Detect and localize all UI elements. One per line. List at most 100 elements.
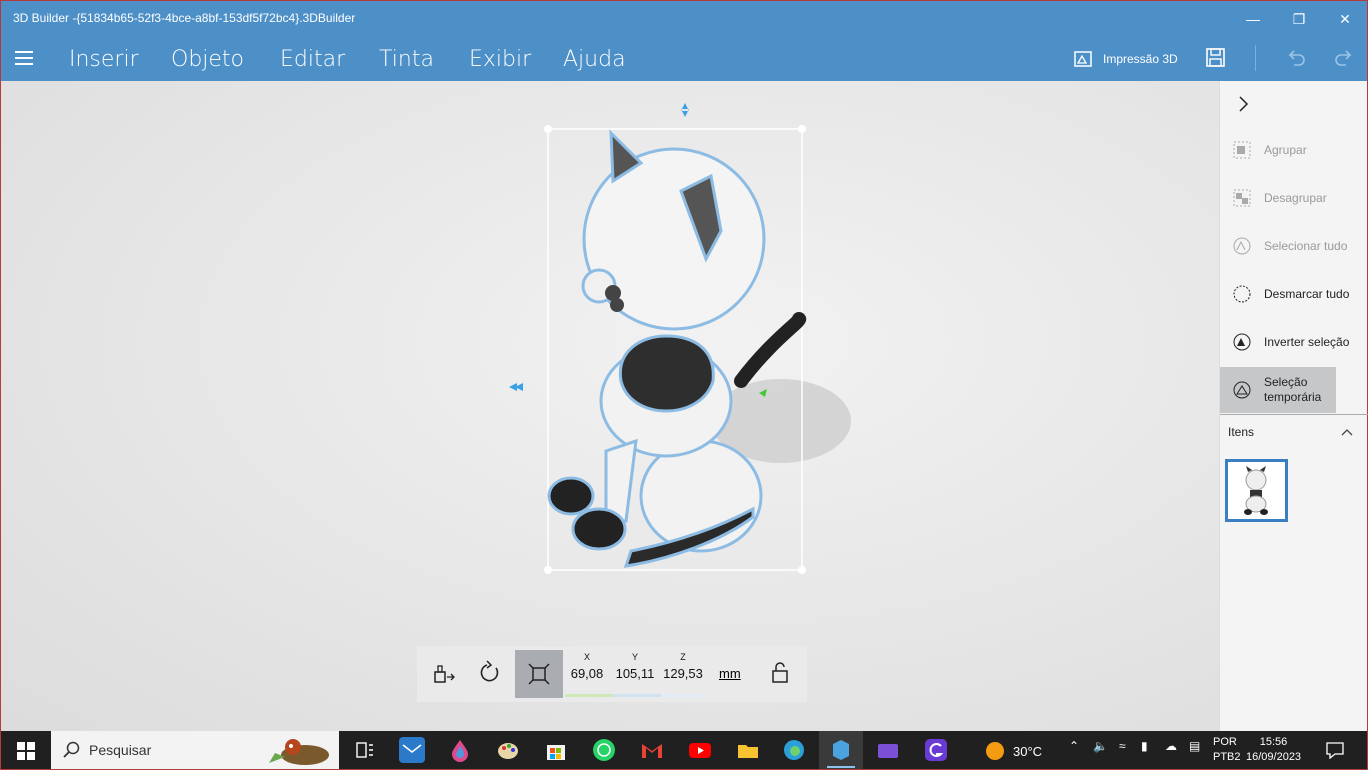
gmail-icon[interactable] (639, 737, 665, 763)
task-view-icon[interactable] (351, 737, 377, 763)
onedrive-cloud-icon[interactable]: ☁ (1165, 739, 1177, 753)
collapse-panel-chevron-icon[interactable] (1236, 95, 1250, 113)
red-panda-search-highlight-icon (269, 739, 329, 765)
title-bar: 3D Builder -{51834b65-52f3-4bce-a8bf-153… (1, 1, 1367, 37)
chevron-up-tray-icon[interactable]: ⌃ (1069, 739, 1079, 753)
print-3d-label: Impressão 3D (1103, 52, 1178, 66)
battery-icon[interactable]: ▮ (1141, 739, 1148, 753)
coord-z[interactable]: Z 129,53 (661, 652, 705, 681)
youtube-icon[interactable] (687, 737, 713, 763)
chevron-up-icon[interactable] (1340, 425, 1354, 439)
x-axis-bar (565, 694, 613, 697)
coord-x-label: X (583, 652, 590, 662)
handle-bl[interactable] (544, 566, 552, 574)
move-z-arrow-icon[interactable] (681, 103, 689, 117)
search-placeholder: Pesquisar (89, 742, 152, 758)
group-icon (1233, 141, 1251, 159)
scale-button[interactable] (515, 650, 563, 698)
clock-date: 16/09/2023 (1246, 751, 1302, 763)
windows-start-icon[interactable] (17, 742, 35, 760)
select-all-button[interactable]: Selecionar tudo (1220, 223, 1368, 269)
notifications-icon[interactable] (1325, 741, 1345, 759)
coord-x[interactable]: X 69,08 (569, 652, 605, 681)
weather-widget[interactable]: 30°C (985, 741, 1042, 761)
save-icon[interactable] (1205, 47, 1227, 69)
printer-3d-icon (1074, 51, 1092, 67)
ungroup-icon (1233, 189, 1251, 207)
whatsapp-icon[interactable] (591, 737, 617, 763)
side-panel: Agrupar Desagrupar Selecionar tudo Desma… (1219, 81, 1368, 731)
paint-drop-app-icon[interactable] (447, 737, 473, 763)
temporary-selection-icon (1233, 381, 1251, 399)
invert-selection-icon (1233, 333, 1251, 351)
close-icon[interactable]: ✕ (1335, 9, 1355, 29)
y-axis-bar (613, 694, 661, 697)
menu-tinta[interactable]: Tinta (379, 47, 434, 72)
display-icon[interactable]: ▤ (1189, 739, 1200, 753)
coord-z-value[interactable]: 129,53 (663, 666, 703, 681)
coord-y[interactable]: Y 105,11 (613, 652, 657, 681)
clock-time: 15:56 (1259, 736, 1288, 748)
redo-icon[interactable] (1333, 47, 1355, 69)
select-all-label: Selecionar tudo (1264, 239, 1348, 253)
unit-selector[interactable]: mm (719, 666, 741, 681)
clipchamp-icon[interactable] (875, 737, 901, 763)
undo-icon[interactable] (1285, 47, 1307, 69)
ungroup-label: Desagrupar (1264, 191, 1327, 205)
g-app-icon[interactable] (923, 737, 949, 763)
rotate-icon[interactable] (475, 658, 505, 688)
cat-model[interactable] (547, 129, 807, 568)
sun-weather-icon (986, 742, 1004, 760)
invert-selection-button[interactable]: Inverter seleção (1220, 319, 1368, 365)
menu-ajuda[interactable]: Ajuda (563, 47, 626, 72)
lock-icon[interactable] (765, 658, 795, 688)
items-header: Itens (1228, 425, 1255, 439)
coord-x-value[interactable]: 69,08 (571, 666, 604, 681)
language-line1: POR (1213, 736, 1237, 748)
restore-icon[interactable]: ❐ (1289, 9, 1309, 29)
transform-toolbar: X 69,08 Y 105,11 Z 129,53 mm (417, 646, 807, 702)
menu-objeto[interactable]: Objeto (171, 47, 244, 72)
deselect-all-button[interactable]: Desmarcar tudo (1220, 271, 1368, 317)
group-label: Agrupar (1264, 143, 1307, 157)
speaker-icon[interactable]: 🔈 (1093, 739, 1108, 753)
microsoft-store-icon[interactable] (543, 737, 569, 763)
menu-exibir[interactable]: Exibir (469, 47, 531, 72)
move-x-arrow-icon[interactable] (509, 383, 523, 391)
item-thumbnail[interactable] (1225, 459, 1288, 522)
ungroup-button[interactable]: Desagrupar (1220, 175, 1368, 221)
minimize-icon[interactable]: — (1243, 9, 1263, 29)
3d-builder-app-icon (833, 740, 849, 760)
print-3d-button[interactable]: Impressão 3D (1073, 49, 1178, 69)
edge-browser-icon[interactable] (781, 737, 807, 763)
toolbar-divider (1255, 45, 1256, 71)
3d-builder-taskbar-button[interactable] (819, 731, 863, 769)
clock[interactable]: 15:56 16/09/2023 (1246, 735, 1301, 765)
select-all-icon (1233, 237, 1251, 255)
menu-inserir[interactable]: Inserir (69, 47, 139, 72)
mail-app-icon[interactable] (399, 737, 425, 763)
menu-editar[interactable]: Editar (280, 47, 345, 72)
file-explorer-icon[interactable] (735, 737, 761, 763)
temporary-selection-button[interactable]: Seleção temporária (1220, 367, 1336, 413)
3d-viewport[interactable] (1, 81, 1219, 731)
handle-br[interactable] (798, 566, 806, 574)
weather-temp: 30°C (1013, 743, 1043, 759)
panel-divider (1220, 414, 1368, 415)
language-indicator[interactable]: POR PTB2 (1213, 735, 1241, 765)
scale-icon (528, 663, 550, 685)
handle-tr[interactable] (798, 125, 806, 133)
window-title: 3D Builder -{51834b65-52f3-4bce-a8bf-153… (13, 11, 356, 25)
handle-tl[interactable] (544, 125, 552, 133)
paint-palette-app-icon[interactable] (495, 737, 521, 763)
deselect-all-label: Desmarcar tudo (1264, 287, 1350, 301)
wifi-icon[interactable]: ≈ (1119, 739, 1126, 753)
move-object-icon[interactable] (429, 658, 459, 688)
coord-y-value[interactable]: 105,11 (616, 666, 655, 681)
group-button[interactable]: Agrupar (1220, 127, 1368, 173)
hamburger-menu-icon[interactable] (15, 51, 33, 65)
taskbar-search[interactable]: Pesquisar (51, 731, 339, 769)
taskbar: Pesquisar 30°C ⌃ 🔈 ≈ ▮ ☁ ▤ POR PTB2 15:56… (1, 731, 1367, 769)
deselect-all-icon (1233, 285, 1251, 303)
invert-selection-label: Inverter seleção (1264, 335, 1350, 349)
